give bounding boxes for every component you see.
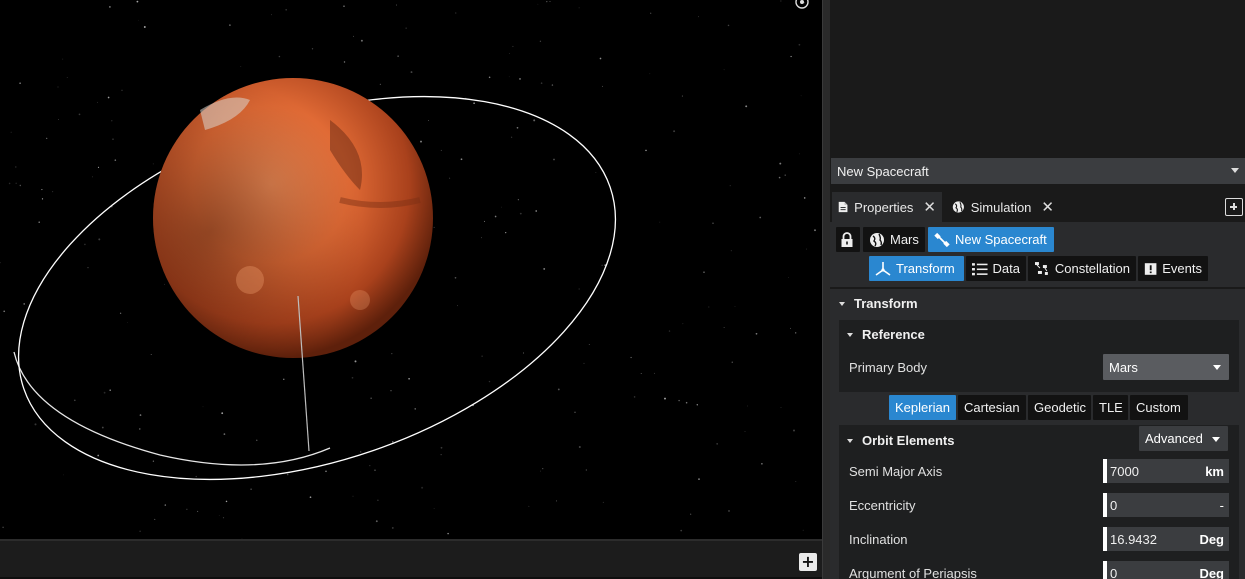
subtab-label: Constellation — [1054, 261, 1130, 276]
state-type-cartesian[interactable]: Cartesian — [958, 395, 1026, 420]
subtab-label: Transform — [896, 261, 955, 276]
alert-icon — [1144, 262, 1157, 275]
subtab-events[interactable]: Events — [1138, 256, 1208, 281]
breadcrumb-spacecraft-label: New Spacecraft — [955, 232, 1047, 247]
primary-body-value: Mars — [1109, 359, 1138, 375]
orbit-elements-block: Orbit Elements Advanced Semi Major Axis … — [839, 425, 1239, 579]
field-value: 0 — [1110, 565, 1118, 579]
inclination-input[interactable]: 16.9432 Deg — [1103, 527, 1229, 551]
state-type-tle[interactable]: TLE — [1093, 395, 1128, 420]
collapse-triangle-icon — [847, 438, 853, 443]
panel-splitter[interactable] — [822, 0, 830, 579]
subtab-constellation[interactable]: Constellation — [1028, 256, 1136, 281]
tab-simulation[interactable]: Simulation ✕ — [946, 192, 1060, 222]
tab-bar: Properties ✕ Simulation ✕ — [830, 192, 1245, 222]
axes-icon — [875, 261, 891, 276]
close-icon[interactable]: ✕ — [923, 198, 936, 216]
breadcrumb-body[interactable]: Mars — [863, 227, 925, 252]
semi-major-axis-input[interactable]: 7000 km — [1103, 459, 1229, 483]
list-icon — [972, 262, 988, 275]
object-selector-value: New Spacecraft — [837, 163, 929, 179]
tab-properties[interactable]: Properties ✕ — [832, 192, 942, 222]
chevron-down-icon — [1212, 437, 1220, 442]
section-title: Transform — [854, 296, 918, 311]
panel-empty-area — [830, 0, 1245, 156]
add-tab-icon[interactable] — [1225, 198, 1243, 216]
state-type-geodetic[interactable]: Geodetic — [1028, 395, 1091, 420]
orbit-mode-dropdown[interactable]: Advanced — [1139, 426, 1228, 451]
state-type-label: Keplerian — [895, 400, 950, 415]
field-unit: Deg — [1199, 531, 1224, 547]
object-selector-dropdown[interactable]: New Spacecraft — [831, 158, 1245, 184]
globe-icon — [870, 232, 884, 247]
scene-canvas — [0, 0, 816, 539]
eccentricity-label: Eccentricity — [849, 498, 916, 513]
state-type-custom[interactable]: Custom — [1130, 395, 1188, 420]
tab-label: Simulation — [970, 199, 1032, 215]
state-type-keplerian[interactable]: Keplerian — [889, 395, 956, 420]
transform-section-header[interactable]: Transform — [839, 296, 918, 311]
eccentricity-input[interactable]: 0 - — [1103, 493, 1229, 517]
add-panel-button[interactable]: + — [799, 553, 817, 571]
chevron-down-icon — [1213, 365, 1221, 370]
breadcrumb-spacecraft[interactable]: New Spacecraft — [928, 227, 1054, 252]
lock-button[interactable] — [836, 227, 860, 252]
close-icon[interactable]: ✕ — [1041, 198, 1054, 216]
collapse-triangle-icon — [847, 332, 853, 337]
lock-icon — [841, 231, 853, 247]
subtab-data[interactable]: Data — [966, 256, 1026, 281]
breadcrumb-body-label: Mars — [890, 232, 919, 247]
state-type-label: TLE — [1099, 400, 1123, 415]
globe-icon — [952, 201, 964, 213]
field-value: 0 — [1110, 497, 1118, 513]
properties-content: Mars New Spacecraft Transform Data Const… — [830, 222, 1245, 579]
subtab-transform[interactable]: Transform — [869, 256, 964, 281]
field-value: 7000 — [1110, 463, 1139, 479]
field-unit: - — [1219, 497, 1224, 513]
tab-label: Properties — [854, 199, 914, 215]
primary-body-dropdown[interactable]: Mars — [1103, 354, 1229, 380]
mars-planet[interactable] — [153, 78, 433, 358]
camera-gizmo-icon[interactable] — [792, 0, 812, 10]
primary-body-label: Primary Body — [849, 360, 928, 375]
chevron-down-icon — [1231, 168, 1239, 173]
collapse-triangle-icon — [839, 301, 845, 306]
argument-of-periapsis-input[interactable]: 0 Deg — [1103, 561, 1229, 579]
reference-section-header[interactable]: Reference — [847, 327, 925, 342]
field-value: 16.9432 — [1110, 531, 1157, 547]
satellite-icon — [934, 232, 950, 247]
properties-panel: New Spacecraft Properties ✕ Simulation ✕ — [830, 0, 1245, 579]
subtab-label: Data — [992, 261, 1020, 276]
argument-of-periapsis-label: Argument of Periapsis — [849, 566, 977, 579]
section-title: Orbit Elements — [862, 433, 955, 448]
field-unit: km — [1205, 463, 1224, 479]
satellites-icon — [1034, 261, 1048, 275]
subtab-label: Events — [1162, 261, 1202, 276]
document-icon — [838, 201, 848, 213]
reference-block: Reference Primary Body Mars — [839, 320, 1239, 392]
state-type-label: Cartesian — [964, 400, 1020, 415]
3d-viewport[interactable] — [0, 0, 822, 539]
timeline-bar: + — [0, 539, 822, 579]
orbit-elements-section-header[interactable]: Orbit Elements — [847, 433, 954, 448]
inclination-label: Inclination — [849, 532, 908, 547]
section-title: Reference — [862, 327, 925, 342]
field-unit: Deg — [1199, 565, 1224, 579]
state-type-label: Custom — [1136, 400, 1181, 415]
semi-major-axis-label: Semi Major Axis — [849, 464, 943, 479]
orbit-mode-value: Advanced — [1145, 431, 1203, 446]
state-type-label: Geodetic — [1034, 400, 1087, 415]
